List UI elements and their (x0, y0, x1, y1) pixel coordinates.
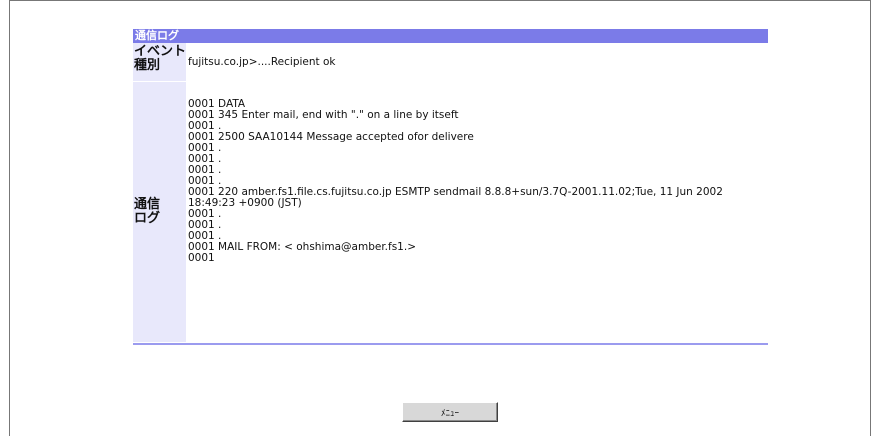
event-type-row: イベント 種別 fujitsu.co.jp>....Recipient ok (133, 43, 768, 82)
log-line: 0001 . (188, 164, 222, 176)
log-label: 通信 ログ (133, 82, 186, 342)
log-line: 0001 MAIL FROM: < ohshima@amber.fs1.> (188, 241, 417, 253)
menu-button[interactable]: ﾒﾆｭｰ (402, 402, 498, 422)
log-line: 0001 . (188, 142, 222, 154)
event-type-value: fujitsu.co.jp>....Recipient ok (188, 55, 336, 68)
log-panel: 通信ログ イベント 種別 fujitsu.co.jp>....Recipient … (133, 29, 768, 345)
log-line: 0001 . (188, 219, 222, 231)
log-line: 0001 345 Enter mail, end with "." on a l… (188, 109, 459, 121)
log-line: 0001 (188, 252, 215, 264)
log-line: 0001 220 amber.fs1.file.cs.fujitsu.co.jp… (188, 186, 723, 209)
log-line: 0001 2500 SAA10144 Message accepted ofor… (188, 131, 474, 143)
log-row: 通信 ログ 0001 DATA 0001 345 Enter mail, end w… (133, 82, 768, 343)
log-line: 0001 . (188, 153, 222, 165)
log-label-text: 通信 ログ (134, 197, 161, 226)
panel-title: 通信ログ (133, 29, 768, 43)
log-line: 0001 . (188, 208, 222, 220)
panel-bottom-rule (133, 343, 768, 345)
event-type-label: イベント 種別 (133, 43, 186, 81)
event-type-label-text: イベント 種別 (134, 44, 187, 73)
log-lines: 0001 DATA 0001 345 Enter mail, end with "… (186, 82, 768, 342)
